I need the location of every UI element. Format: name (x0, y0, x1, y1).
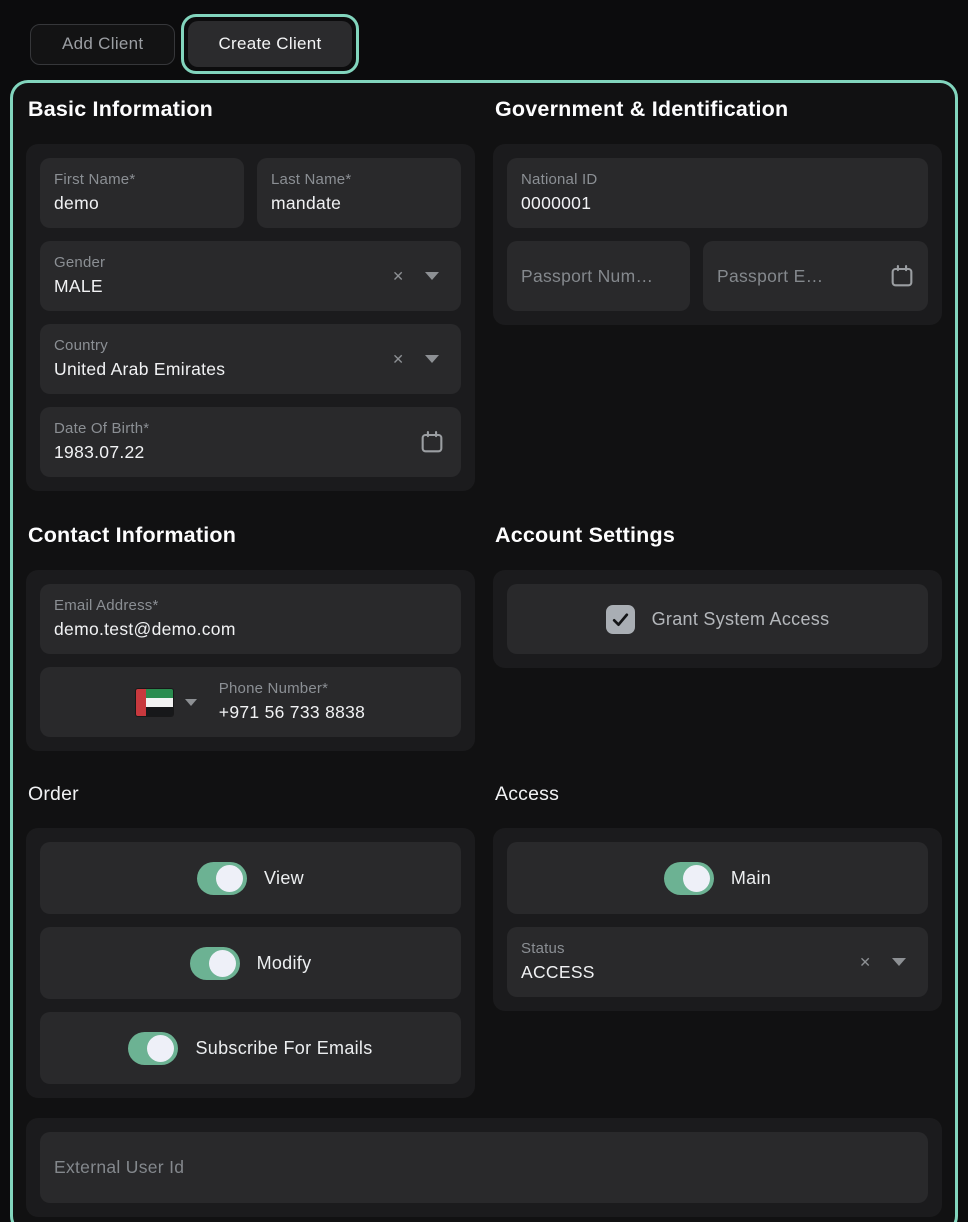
modify-toggle-row[interactable]: Modify (40, 927, 461, 999)
name-row: First Name* demo Last Name* mandate (40, 158, 461, 228)
basic-information-title: Basic Information (28, 97, 475, 122)
passport-expiry-field[interactable]: Passport E… (703, 241, 928, 311)
contact-information-title: Contact Information (28, 523, 475, 548)
section-access: Access Main Status ACCESS ✕ (493, 775, 942, 1011)
passport-number-field[interactable]: Passport Num… (507, 241, 690, 311)
tab-bar: Add Client Create Client (0, 0, 968, 74)
check-icon (611, 610, 630, 629)
gender-label: Gender (54, 254, 371, 273)
clear-icon[interactable]: ✕ (392, 269, 404, 283)
main-toggle[interactable] (664, 862, 714, 895)
calendar-icon[interactable] (888, 262, 916, 290)
tab-create-client[interactable]: Create Client (188, 21, 351, 67)
view-toggle[interactable] (197, 862, 247, 895)
passport-expiry-placeholder: Passport E… (717, 266, 872, 287)
country-code-dropdown[interactable] (136, 689, 205, 716)
order-title: Order (28, 783, 475, 806)
external-user-id-card: External User Id (26, 1118, 942, 1217)
external-user-id-placeholder: External User Id (54, 1157, 914, 1178)
date-of-birth-field[interactable]: Date Of Birth* 1983.07.22 (40, 407, 461, 477)
account-settings-title: Account Settings (495, 523, 942, 548)
country-select[interactable]: Country United Arab Emirates ✕ (40, 324, 461, 394)
chevron-down-icon[interactable] (892, 958, 906, 966)
modify-toggle[interactable] (190, 947, 240, 980)
first-name-value: demo (54, 193, 230, 215)
gender-select[interactable]: Gender MALE ✕ (40, 241, 461, 311)
chevron-down-icon[interactable] (425, 355, 439, 363)
national-id-value: 0000001 (521, 193, 914, 215)
email-address-field[interactable]: Email Address* demo.test@demo.com (40, 584, 461, 654)
phone-texts: Phone Number* +971 56 733 8838 (219, 680, 365, 724)
order-card: View Modify Subscribe For Emails (26, 828, 475, 1098)
national-id-label: National ID (521, 171, 914, 190)
view-toggle-row[interactable]: View (40, 842, 461, 914)
basic-information-card: First Name* demo Last Name* mandate Gend… (26, 144, 475, 491)
status-label: Status (521, 940, 838, 959)
national-id-field[interactable]: National ID 0000001 (507, 158, 928, 228)
phone-number-value: +971 56 733 8838 (219, 702, 365, 724)
tab-create-client-ring: Create Client (181, 14, 358, 74)
calendar-icon[interactable] (418, 428, 446, 456)
section-government-identification: Government & Identification National ID … (493, 89, 942, 325)
section-contact-information: Contact Information Email Address* demo.… (26, 515, 475, 751)
external-user-id-input[interactable]: External User Id (40, 1132, 928, 1203)
phone-number-field[interactable]: Phone Number* +971 56 733 8838 (40, 667, 461, 737)
subscribe-for-emails-toggle-label: Subscribe For Emails (195, 1038, 372, 1059)
main-toggle-label: Main (731, 868, 771, 889)
form-grid: Basic Information First Name* demo Last … (26, 89, 942, 1098)
chevron-down-icon[interactable] (425, 272, 439, 280)
last-name-field[interactable]: Last Name* mandate (257, 158, 461, 228)
date-of-birth-label: Date Of Birth* (54, 420, 401, 439)
modify-toggle-label: Modify (257, 953, 312, 974)
government-identification-title: Government & Identification (495, 97, 942, 122)
section-basic-information: Basic Information First Name* demo Last … (26, 89, 475, 491)
account-settings-card: Grant System Access (493, 570, 942, 668)
main-toggle-row[interactable]: Main (507, 842, 928, 914)
last-name-label: Last Name* (271, 171, 447, 190)
create-client-screen: Add Client Create Client Basic Informati… (0, 0, 968, 1222)
clear-icon[interactable]: ✕ (392, 352, 404, 366)
country-value: United Arab Emirates (54, 359, 371, 381)
subscribe-for-emails-toggle-row[interactable]: Subscribe For Emails (40, 1012, 461, 1084)
tab-add-client[interactable]: Add Client (30, 24, 175, 65)
uae-flag-icon (136, 689, 173, 716)
last-name-value: mandate (271, 193, 447, 215)
status-value: ACCESS (521, 962, 838, 984)
clear-icon[interactable]: ✕ (859, 955, 871, 969)
gender-value: MALE (54, 276, 371, 298)
chevron-down-icon (185, 699, 197, 706)
create-client-form-panel: Basic Information First Name* demo Last … (10, 80, 958, 1222)
country-label: Country (54, 337, 371, 356)
passport-number-placeholder: Passport Num… (521, 266, 676, 287)
first-name-label: First Name* (54, 171, 230, 190)
section-account-settings: Account Settings Grant System Access (493, 515, 942, 668)
email-address-value: demo.test@demo.com (54, 619, 447, 641)
subscribe-for-emails-toggle[interactable] (128, 1032, 178, 1065)
grant-system-access-row[interactable]: Grant System Access (507, 584, 928, 654)
view-toggle-label: View (264, 868, 304, 889)
grant-system-access-label: Grant System Access (652, 609, 830, 630)
government-identification-card: National ID 0000001 Passport Num… Passpo… (493, 144, 942, 325)
access-title: Access (495, 783, 942, 806)
grant-system-access-checkbox[interactable] (606, 605, 635, 634)
contact-information-card: Email Address* demo.test@demo.com (26, 570, 475, 751)
status-select[interactable]: Status ACCESS ✕ (507, 927, 928, 997)
email-address-label: Email Address* (54, 597, 447, 616)
date-of-birth-value: 1983.07.22 (54, 442, 401, 464)
section-order: Order View Modify Subscribe For Emails (26, 775, 475, 1098)
access-card: Main Status ACCESS ✕ (493, 828, 942, 1011)
passport-row: Passport Num… Passport E… (507, 241, 928, 311)
first-name-field[interactable]: First Name* demo (40, 158, 244, 228)
phone-number-label: Phone Number* (219, 680, 365, 699)
